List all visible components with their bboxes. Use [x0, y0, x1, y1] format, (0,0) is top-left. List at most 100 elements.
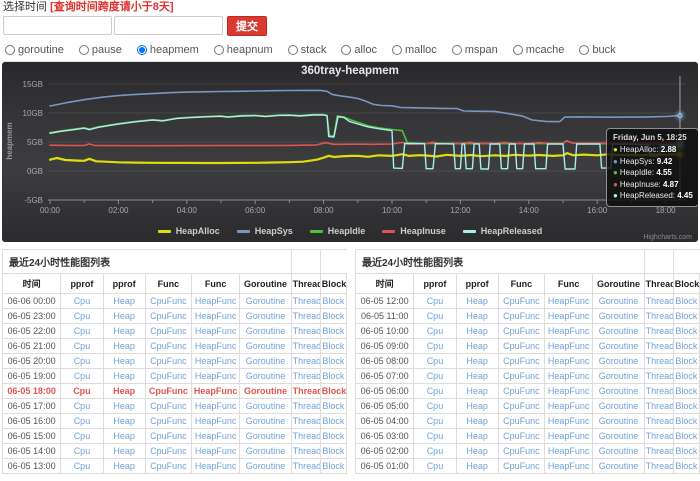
profile-link-cpufunc[interactable]: CpuFunc — [503, 326, 540, 336]
profile-link-block[interactable]: Block — [675, 341, 697, 351]
profile-link-thread[interactable]: Thread — [646, 461, 674, 471]
profile-link-goroutine[interactable]: Goroutine — [244, 386, 287, 396]
profile-link-thread[interactable]: Thread — [646, 431, 674, 441]
profile-link-heapfunc[interactable]: HeapFunc — [548, 356, 590, 366]
profile-link-block[interactable]: Block — [322, 446, 344, 456]
series-line-heapidle[interactable] — [50, 115, 680, 145]
profile-link-cpufunc[interactable]: CpuFunc — [150, 311, 187, 321]
profile-link-cpu[interactable]: Cpu — [427, 296, 444, 306]
profile-link-thread[interactable]: Thread — [293, 401, 321, 411]
profile-link-goroutine[interactable]: Goroutine — [246, 461, 286, 471]
radio-mspan[interactable] — [452, 45, 462, 55]
end-time-input[interactable] — [114, 16, 223, 35]
radio-pause[interactable] — [79, 45, 89, 55]
profile-link-heap[interactable]: Heap — [466, 416, 488, 426]
profile-link-thread[interactable]: Thread — [293, 416, 321, 426]
profile-link-cpufunc[interactable]: CpuFunc — [150, 356, 187, 366]
legend-item-heapreleased[interactable]: HeapReleased — [463, 226, 543, 236]
profile-link-cpufunc[interactable]: CpuFunc — [149, 386, 188, 396]
profile-link-goroutine[interactable]: Goroutine — [246, 341, 286, 351]
profile-link-heapfunc[interactable]: HeapFunc — [548, 401, 590, 411]
profile-link-heapfunc[interactable]: HeapFunc — [195, 371, 237, 381]
profile-link-block[interactable]: Block — [322, 341, 344, 351]
profile-link-thread[interactable]: Thread — [646, 341, 674, 351]
profile-link-heapfunc[interactable]: HeapFunc — [195, 461, 237, 471]
profile-link-cpufunc[interactable]: CpuFunc — [503, 416, 540, 426]
profile-link-heapfunc[interactable]: HeapFunc — [195, 416, 237, 426]
profile-link-heapfunc[interactable]: HeapFunc — [195, 356, 237, 366]
profile-link-cpufunc[interactable]: CpuFunc — [150, 446, 187, 456]
profile-link-cpu[interactable]: Cpu — [73, 386, 91, 396]
profile-link-cpufunc[interactable]: CpuFunc — [150, 416, 187, 426]
profile-link-cpu[interactable]: Cpu — [427, 371, 444, 381]
profile-link-cpufunc[interactable]: CpuFunc — [503, 371, 540, 381]
profile-link-heap[interactable]: Heap — [113, 356, 135, 366]
profile-link-heap[interactable]: Heap — [466, 311, 488, 321]
profile-link-block[interactable]: Block — [322, 356, 344, 366]
profile-link-goroutine[interactable]: Goroutine — [246, 371, 286, 381]
profile-link-heapfunc[interactable]: HeapFunc — [195, 326, 237, 336]
profile-link-goroutine[interactable]: Goroutine — [246, 296, 286, 306]
profile-link-heapfunc[interactable]: HeapFunc — [548, 446, 590, 456]
profile-link-cpufunc[interactable]: CpuFunc — [150, 341, 187, 351]
profile-option-stack[interactable]: stack — [288, 44, 327, 56]
legend-item-heapalloc[interactable]: HeapAlloc — [158, 226, 220, 236]
profile-link-block[interactable]: Block — [675, 431, 697, 441]
profile-link-goroutine[interactable]: Goroutine — [599, 446, 639, 456]
profile-link-cpufunc[interactable]: CpuFunc — [503, 386, 540, 396]
profile-link-cpufunc[interactable]: CpuFunc — [503, 401, 540, 411]
profile-link-cpufunc[interactable]: CpuFunc — [503, 461, 540, 471]
profile-link-heapfunc[interactable]: HeapFunc — [548, 311, 590, 321]
profile-link-thread[interactable]: Thread — [646, 401, 674, 411]
profile-link-block[interactable]: Block — [322, 371, 344, 381]
profile-link-thread[interactable]: Thread — [646, 296, 674, 306]
profile-link-thread[interactable]: Thread — [646, 311, 674, 321]
series-line-heapsys[interactable] — [50, 90, 680, 121]
radio-buck[interactable] — [579, 45, 589, 55]
profile-link-cpu[interactable]: Cpu — [74, 401, 91, 411]
profile-link-thread[interactable]: Thread — [293, 431, 321, 441]
profile-link-cpu[interactable]: Cpu — [74, 431, 91, 441]
profile-link-goroutine[interactable]: Goroutine — [246, 311, 286, 321]
profile-link-thread[interactable]: Thread — [293, 386, 321, 396]
profile-link-cpu[interactable]: Cpu — [427, 461, 444, 471]
profile-link-goroutine[interactable]: Goroutine — [246, 401, 286, 411]
profile-link-thread[interactable]: Thread — [293, 371, 321, 381]
profile-link-heapfunc[interactable]: HeapFunc — [195, 401, 237, 411]
profile-link-heapfunc[interactable]: HeapFunc — [548, 341, 590, 351]
profile-link-goroutine[interactable]: Goroutine — [599, 431, 639, 441]
profile-link-block[interactable]: Block — [322, 311, 344, 321]
profile-link-goroutine[interactable]: Goroutine — [599, 416, 639, 426]
profile-link-cpufunc[interactable]: CpuFunc — [503, 356, 540, 366]
radio-mcache[interactable] — [513, 45, 523, 55]
profile-link-thread[interactable]: Thread — [646, 386, 674, 396]
profile-link-heap[interactable]: Heap — [113, 386, 135, 396]
profile-link-cpu[interactable]: Cpu — [427, 326, 444, 336]
profile-link-block[interactable]: Block — [322, 461, 344, 471]
profile-link-cpu[interactable]: Cpu — [74, 311, 91, 321]
start-time-input[interactable] — [3, 16, 112, 35]
profile-link-thread[interactable]: Thread — [646, 446, 674, 456]
heapmem-chart[interactable]: 360tray-heapmem 15GB10GB5GB0GB-5GBheapme… — [2, 62, 698, 242]
radio-alloc[interactable] — [341, 45, 351, 55]
profile-link-cpu[interactable]: Cpu — [427, 401, 444, 411]
radio-heapnum[interactable] — [214, 45, 224, 55]
radio-malloc[interactable] — [392, 45, 402, 55]
profile-option-alloc[interactable]: alloc — [341, 44, 377, 56]
profile-link-heapfunc[interactable]: HeapFunc — [548, 431, 590, 441]
profile-link-heap[interactable]: Heap — [466, 296, 488, 306]
profile-link-cpufunc[interactable]: CpuFunc — [150, 401, 187, 411]
profile-link-cpu[interactable]: Cpu — [427, 431, 444, 441]
profile-link-heapfunc[interactable]: HeapFunc — [548, 416, 590, 426]
profile-link-goroutine[interactable]: Goroutine — [599, 461, 639, 471]
profile-link-heap[interactable]: Heap — [466, 431, 488, 441]
profile-link-heapfunc[interactable]: HeapFunc — [548, 296, 590, 306]
profile-link-heapfunc[interactable]: HeapFunc — [548, 371, 590, 381]
profile-link-block[interactable]: Block — [675, 386, 697, 396]
profile-link-cpufunc[interactable]: CpuFunc — [150, 371, 187, 381]
profile-link-heap[interactable]: Heap — [466, 371, 488, 381]
profile-link-heapfunc[interactable]: HeapFunc — [194, 386, 238, 396]
profile-link-heap[interactable]: Heap — [113, 326, 135, 336]
profile-link-cpufunc[interactable]: CpuFunc — [503, 311, 540, 321]
profile-link-block[interactable]: Block — [675, 416, 697, 426]
